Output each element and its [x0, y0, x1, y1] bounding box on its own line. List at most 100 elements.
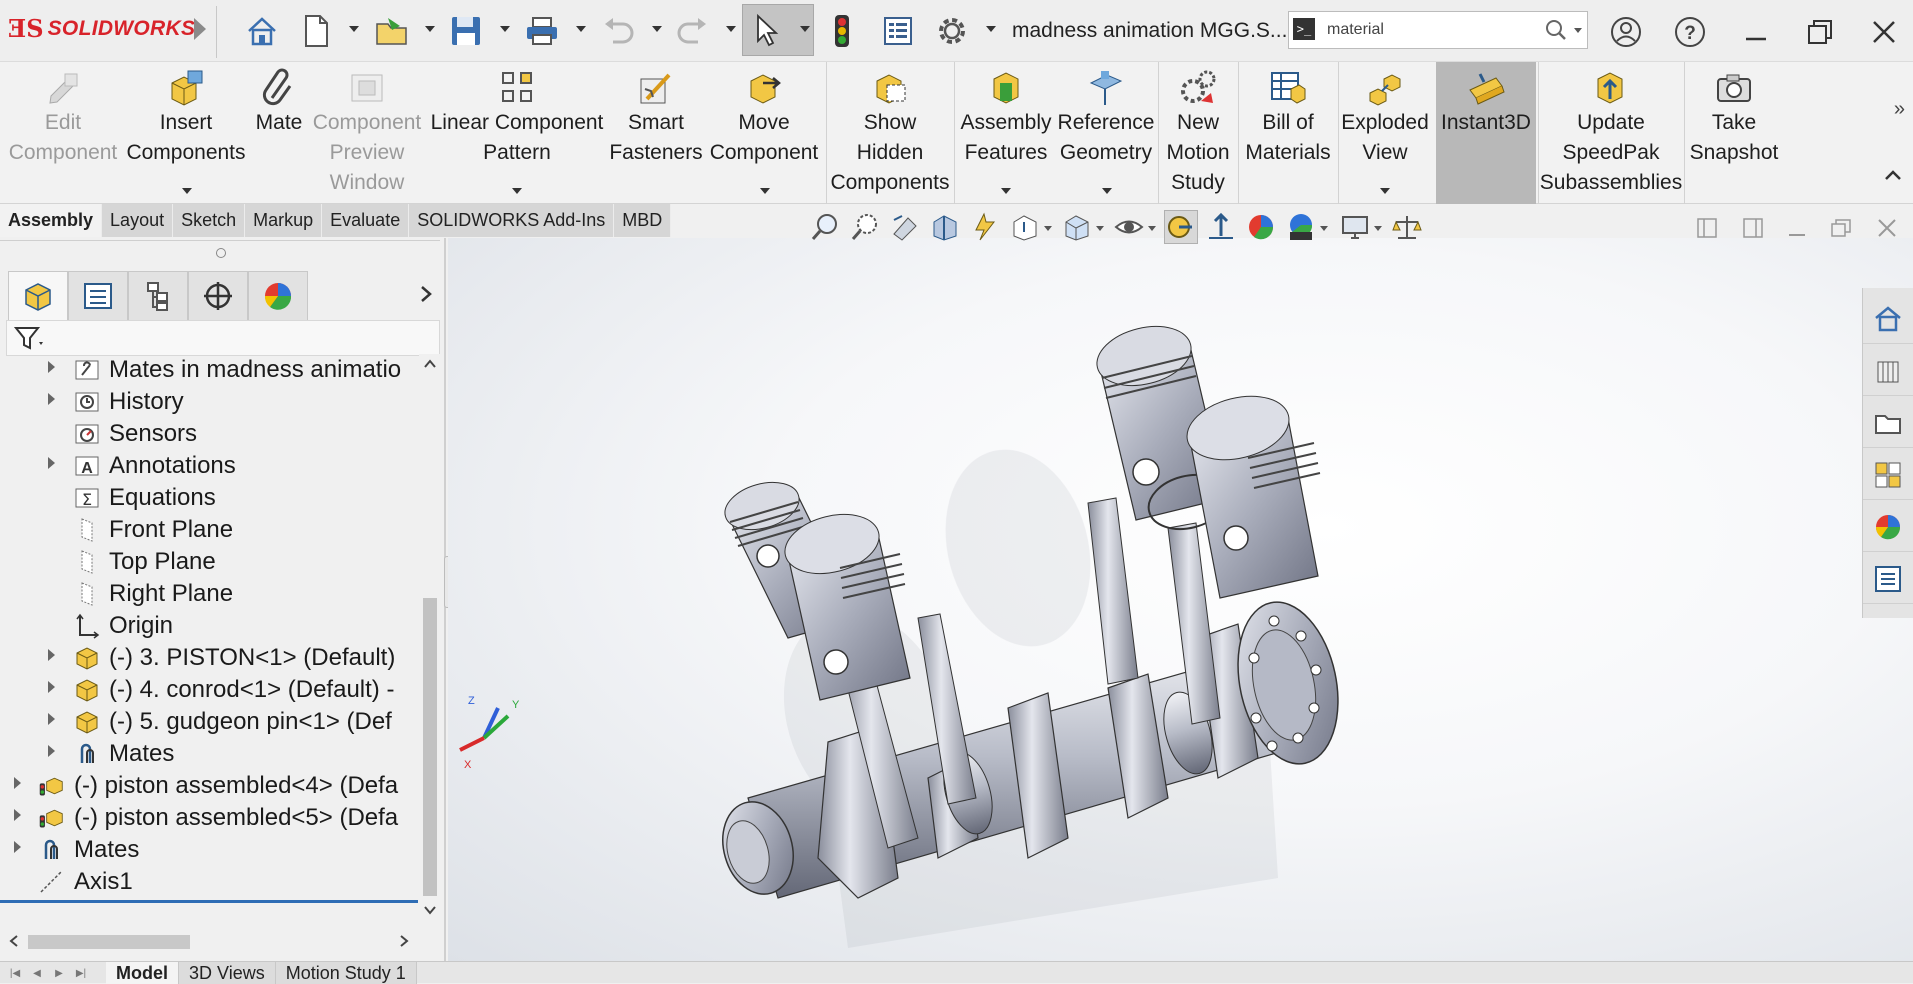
close-button[interactable]	[1864, 12, 1904, 52]
realview-dropdown-icon[interactable]	[1320, 226, 1328, 231]
mate-button[interactable]: Mate	[248, 62, 310, 204]
next-tab-icon[interactable]: ▶	[50, 965, 68, 981]
tile-right-button[interactable]	[1738, 214, 1768, 242]
solidworks-resources-button[interactable]	[1863, 294, 1913, 344]
file-properties-button[interactable]	[878, 10, 918, 52]
expand-arrow-icon[interactable]	[48, 393, 55, 405]
component-preview-window-button[interactable]: Component Preview Window	[312, 62, 422, 204]
expand-arrow-icon[interactable]	[48, 681, 55, 693]
bill-of-materials-button[interactable]: Bill of Materials	[1240, 62, 1336, 204]
apply-scene-button[interactable]	[1204, 210, 1238, 244]
tab-mbd[interactable]: MBD	[614, 204, 672, 237]
expand-arrow-icon[interactable]	[14, 809, 21, 821]
expand-arrow-icon[interactable]	[48, 457, 55, 469]
edit-component-button[interactable]: Edit Component	[2, 62, 124, 204]
tab-solidworks-add-ins[interactable]: SOLIDWORKS Add-Ins	[409, 204, 615, 237]
move-component-button[interactable]: Move Component	[704, 62, 824, 204]
insert-components-button[interactable]: Insert Components	[126, 62, 246, 204]
section-view-button[interactable]	[928, 210, 962, 244]
tree-item[interactable]: (-) 4. conrod<1> (Default) -	[0, 674, 420, 706]
view-orientation-dropdown-icon[interactable]	[1044, 226, 1052, 231]
dynamic-annotation-button[interactable]	[968, 210, 1002, 244]
tree-item[interactable]: (-) 3. PISTON<1> (Default)	[0, 642, 420, 674]
expand-arrow-icon[interactable]	[48, 361, 55, 373]
realview-button[interactable]	[1284, 210, 1318, 244]
tab-markup[interactable]: Markup	[245, 204, 323, 237]
panel-grip-handle[interactable]	[216, 248, 226, 258]
options-button[interactable]	[932, 10, 972, 52]
linear-pattern-dropdown-icon[interactable]	[512, 188, 522, 194]
hide-show-items-button[interactable]	[1112, 210, 1146, 244]
rebuild-button[interactable]	[822, 10, 862, 52]
minimize-button[interactable]	[1736, 12, 1776, 52]
configuration-manager-tab[interactable]	[128, 271, 188, 321]
tree-item[interactable]: (-) 5. gudgeon pin<1> (Def	[0, 706, 420, 738]
custom-properties-button[interactable]	[1863, 554, 1913, 604]
tab-layout[interactable]: Layout	[102, 204, 174, 237]
expand-arrow-icon[interactable]	[48, 649, 55, 661]
help-button[interactable]: ?	[1670, 12, 1710, 52]
last-tab-icon[interactable]: ▶|	[72, 965, 90, 981]
tree-item[interactable]: History	[0, 386, 420, 418]
tree-item[interactable]: Origin	[0, 610, 420, 642]
display-style-button[interactable]	[1060, 210, 1094, 244]
tree-filter-bar[interactable]	[6, 320, 440, 356]
new-document-button[interactable]	[296, 10, 336, 52]
redo-dropdown-icon[interactable]	[726, 26, 736, 32]
tree-vertical-scrollbar[interactable]	[419, 354, 441, 924]
zoom-to-fit-button[interactable]	[808, 210, 842, 244]
tab-sketch[interactable]: Sketch	[173, 204, 246, 237]
search-input[interactable]	[1327, 20, 1527, 40]
tab-3d-views[interactable]: 3D Views	[179, 962, 276, 984]
edit-appearance-button[interactable]	[1164, 210, 1198, 244]
previous-tab-icon[interactable]: ◀	[28, 965, 46, 981]
scroll-thumb[interactable]	[423, 598, 437, 896]
view-settings-button[interactable]	[1244, 210, 1278, 244]
tab-evaluate[interactable]: Evaluate	[322, 204, 410, 237]
select-dropdown-icon[interactable]	[800, 26, 810, 32]
smart-fasteners-button[interactable]: Smart Fasteners	[609, 62, 703, 204]
monitor-dropdown-icon[interactable]	[1374, 226, 1382, 231]
monitor-display-button[interactable]	[1338, 210, 1372, 244]
mass-properties-button[interactable]	[1390, 210, 1424, 244]
new-dropdown-icon[interactable]	[349, 26, 359, 32]
search-dropdown-icon[interactable]	[1574, 28, 1582, 33]
options-dropdown-icon[interactable]	[986, 26, 996, 32]
graphics-area[interactable]: Z Y X	[448, 238, 1913, 961]
previous-view-button[interactable]	[888, 210, 922, 244]
tree-item[interactable]: Sensors	[0, 418, 420, 450]
expand-arrow-icon[interactable]	[48, 745, 55, 757]
tree-item[interactable]: A Annotations	[0, 450, 420, 482]
new-motion-study-button[interactable]: New Motion Study	[1160, 62, 1236, 204]
tree-item[interactable]: (-) piston assembled<4> (Defa	[0, 770, 420, 802]
tree-item[interactable]: Mates	[0, 834, 420, 866]
chevron-right-icon[interactable]	[418, 284, 434, 304]
tab-motion-study[interactable]: Motion Study 1	[275, 962, 417, 984]
tile-left-button[interactable]	[1692, 214, 1722, 242]
tree-item[interactable]: Top Plane	[0, 546, 420, 578]
expand-arrow-icon[interactable]	[14, 841, 21, 853]
undo-dropdown-icon[interactable]	[652, 26, 662, 32]
move-component-dropdown-icon[interactable]	[760, 188, 770, 194]
show-hidden-components-button[interactable]: Show Hidden Components	[828, 62, 952, 204]
appearances-button[interactable]	[1863, 502, 1913, 552]
reference-geometry-button[interactable]: Reference Geometry	[1056, 62, 1156, 204]
viewport-restore-button[interactable]	[1826, 214, 1856, 242]
tree-item[interactable]: (-) piston assembled<5> (Defa	[0, 802, 420, 834]
display-manager-tab[interactable]	[248, 271, 308, 321]
reference-geometry-dropdown-icon[interactable]	[1102, 188, 1112, 194]
property-manager-tab[interactable]	[68, 271, 128, 321]
update-speedpak-button[interactable]: Update SpeedPak Subassemblies	[1540, 62, 1682, 204]
assembly-features-dropdown-icon[interactable]	[1001, 188, 1011, 194]
viewport-close-button[interactable]	[1872, 214, 1902, 242]
tab-model[interactable]: Model	[106, 962, 179, 984]
tree-item[interactable]: Right Plane	[0, 578, 420, 610]
save-button[interactable]	[446, 10, 486, 52]
first-tab-icon[interactable]: |◀	[6, 965, 24, 981]
redo-button[interactable]	[673, 10, 713, 52]
print-button[interactable]	[522, 10, 562, 52]
take-snapshot-button[interactable]: Take Snapshot	[1686, 62, 1782, 204]
tree-item[interactable]: Axis1	[0, 866, 420, 894]
exploded-view-button[interactable]: Exploded View	[1340, 62, 1430, 204]
menu-expand-arrow-icon[interactable]	[194, 18, 206, 40]
